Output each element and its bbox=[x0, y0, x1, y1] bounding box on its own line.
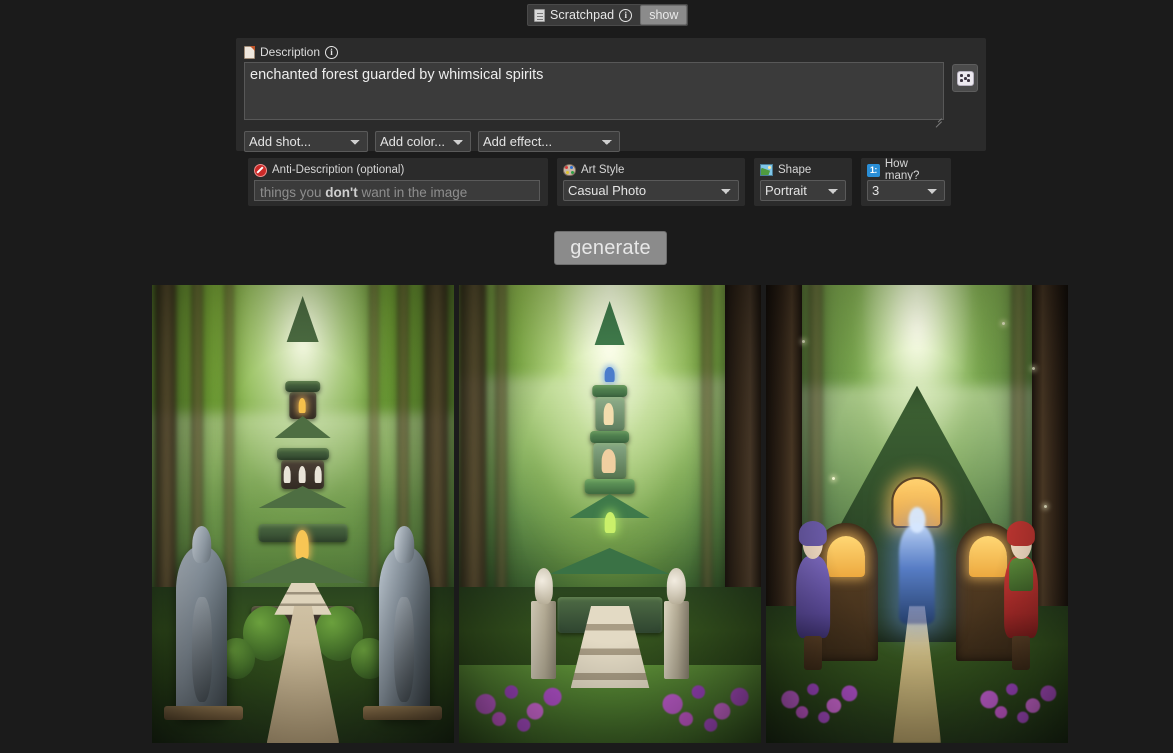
scratchpad-label: Scratchpad bbox=[550, 8, 615, 22]
add-shot-select[interactable]: Add shot... bbox=[244, 131, 368, 152]
results-grid bbox=[152, 285, 1068, 743]
number-icon: 1: bbox=[867, 163, 880, 177]
info-icon[interactable]: i bbox=[619, 8, 633, 22]
shape-select[interactable]: Portrait bbox=[760, 180, 846, 201]
generated-scene-2 bbox=[459, 285, 761, 743]
description-textarea-wrap: enchanted forest guarded by whimsical sp… bbox=[244, 62, 944, 125]
no-entry-icon bbox=[254, 163, 267, 177]
blue-spirit bbox=[898, 523, 936, 624]
dice-icon bbox=[956, 70, 974, 86]
how-many-select[interactable]: 3 bbox=[867, 180, 945, 201]
info-icon[interactable]: i bbox=[325, 45, 339, 59]
purple-flowers-right bbox=[652, 674, 755, 734]
generated-scene-3 bbox=[766, 285, 1068, 743]
scratchpad-show-button[interactable]: show bbox=[640, 5, 688, 25]
anti-description-header: Anti-Description (optional) bbox=[254, 162, 542, 178]
guardian-statue-right bbox=[378, 546, 430, 716]
art-style-panel: Art Style Casual Photo bbox=[557, 158, 745, 206]
door-window-left bbox=[827, 535, 866, 577]
add-color-select[interactable]: Add color... bbox=[375, 131, 471, 152]
generate-button[interactable]: generate bbox=[554, 231, 667, 265]
app-root: Scratchpad i show Description i enchante… bbox=[0, 0, 1173, 753]
tower-structure bbox=[240, 295, 365, 630]
anti-description-input[interactable] bbox=[254, 180, 540, 201]
description-panel: Description i enchanted forest guarded b… bbox=[236, 38, 986, 152]
description-header: Description i bbox=[244, 44, 978, 60]
description-label: Description bbox=[260, 45, 321, 59]
palette-icon bbox=[563, 164, 576, 176]
how-many-label: How many? bbox=[884, 158, 920, 182]
castle-structure bbox=[550, 300, 670, 634]
figure-purple bbox=[793, 520, 832, 670]
result-image-3[interactable] bbox=[766, 285, 1068, 743]
result-image-2[interactable] bbox=[459, 285, 761, 743]
anti-description-label: Anti-Description (optional) bbox=[272, 164, 405, 176]
shape-label: Shape bbox=[778, 164, 812, 176]
image-icon bbox=[760, 164, 773, 176]
prompt-modifiers-row: Add shot... Add color... Add effect... bbox=[244, 131, 978, 152]
randomize-prompt-button[interactable] bbox=[952, 64, 978, 92]
generated-scene-1 bbox=[152, 285, 454, 743]
description-input[interactable]: enchanted forest guarded by whimsical sp… bbox=[244, 62, 944, 120]
result-image-1[interactable] bbox=[152, 285, 454, 743]
scratchpad-bar: Scratchpad i show bbox=[527, 4, 689, 26]
anti-description-panel: Anti-Description (optional) bbox=[248, 158, 548, 206]
art-style-header: Art Style bbox=[563, 162, 739, 178]
shape-header: Shape bbox=[760, 162, 846, 178]
guardian-statue-left bbox=[176, 546, 228, 716]
purple-flowers-left bbox=[465, 674, 568, 734]
notepad-icon bbox=[534, 8, 545, 22]
shape-panel: Shape Portrait bbox=[754, 158, 852, 206]
art-style-select[interactable]: Casual Photo bbox=[563, 180, 739, 201]
add-effect-select[interactable]: Add effect... bbox=[478, 131, 620, 152]
options-row: Anti-Description (optional) Art Style Ca… bbox=[248, 158, 951, 206]
how-many-panel: 1: How many? 3 bbox=[861, 158, 951, 206]
document-icon bbox=[244, 45, 255, 59]
how-many-header: 1: How many? bbox=[867, 158, 945, 182]
art-style-label: Art Style bbox=[581, 164, 625, 176]
figure-red bbox=[1002, 520, 1041, 670]
